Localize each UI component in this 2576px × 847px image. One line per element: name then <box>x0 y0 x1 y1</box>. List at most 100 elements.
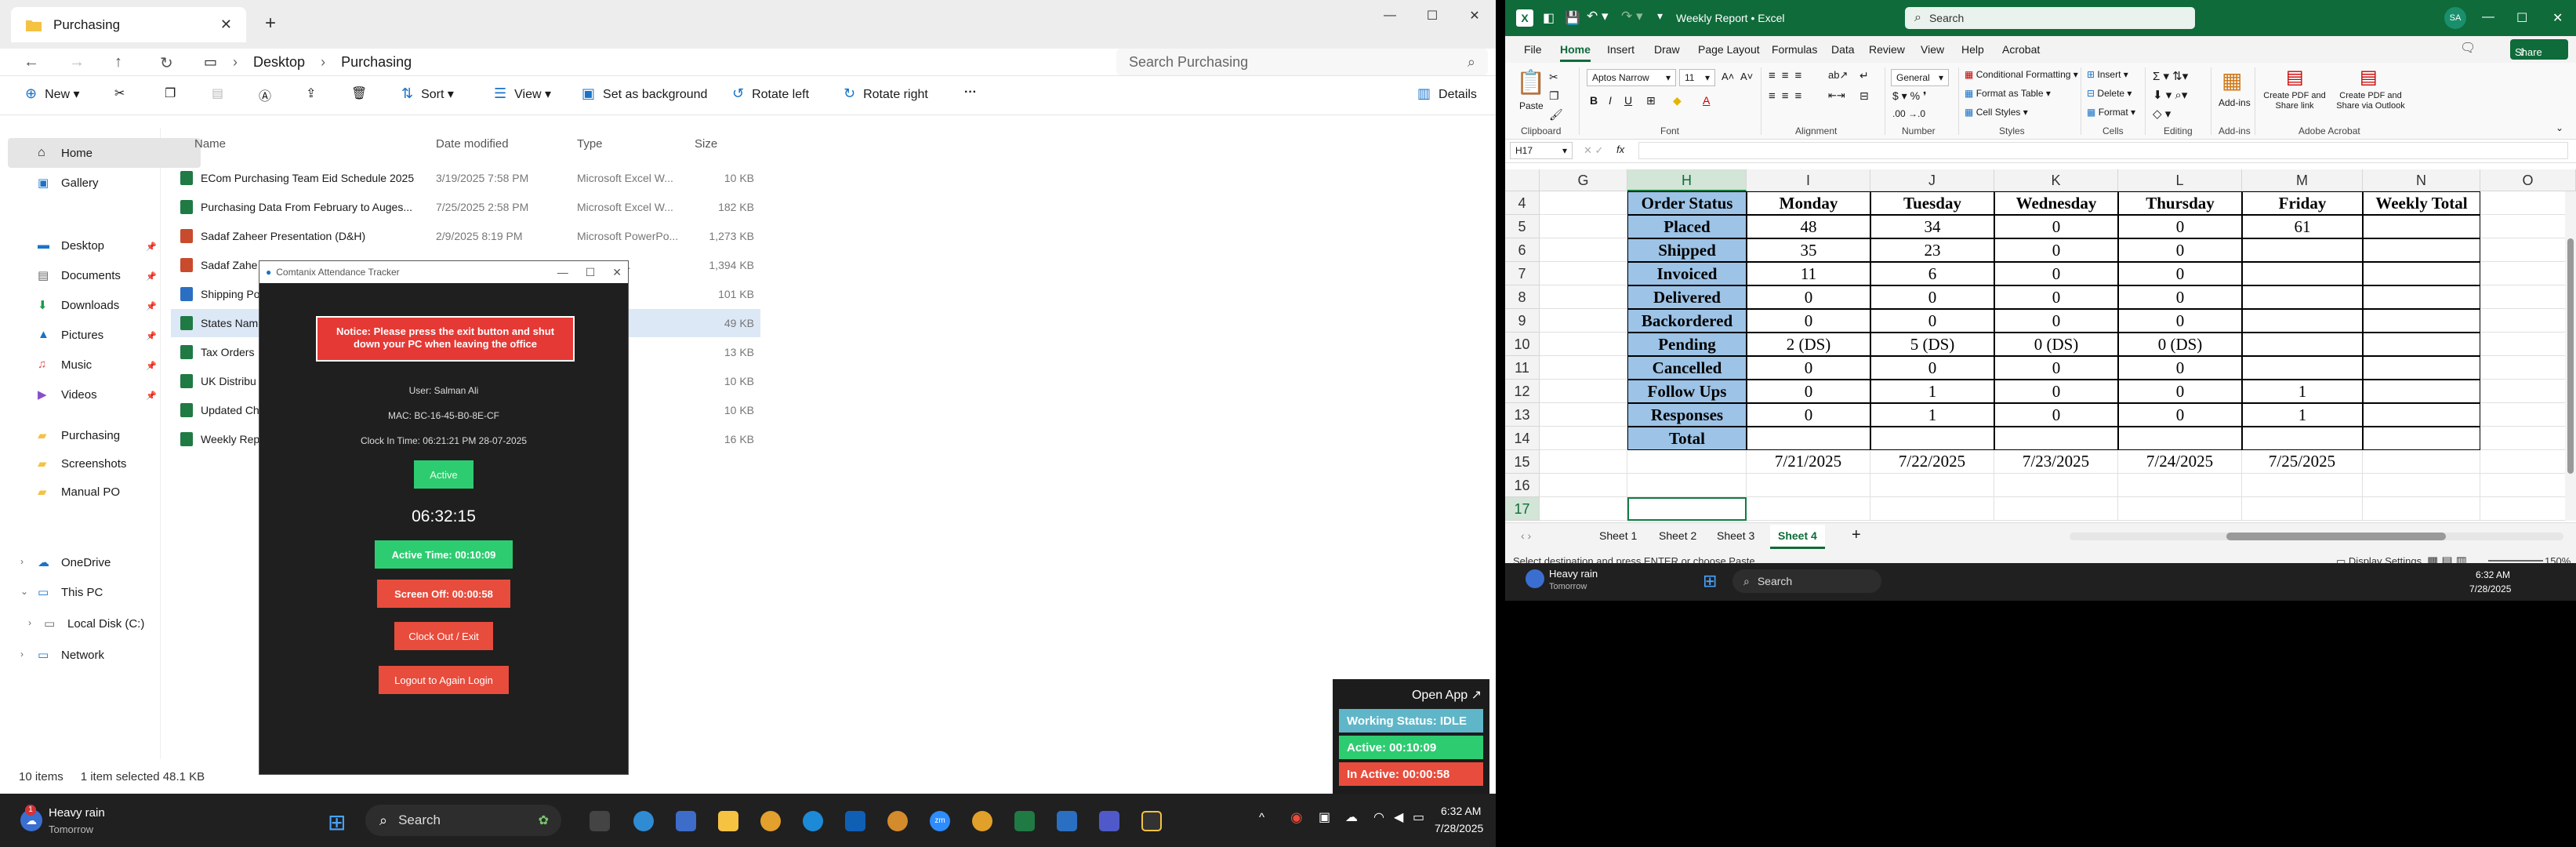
cell[interactable]: 0 <box>1747 285 1870 309</box>
column-header[interactable]: L <box>2118 169 2242 191</box>
conditional-formatting-button[interactable]: ▦ Conditional Formatting ▾ <box>1965 69 2078 80</box>
bold-icon[interactable]: B <box>1590 94 1598 107</box>
create-pdf-share-link-button[interactable]: Create PDF and Share link <box>2259 91 2330 111</box>
redo-icon[interactable]: ↷ ▾ <box>1621 9 1643 24</box>
cell[interactable]: 0 <box>2118 356 2242 380</box>
forward-arrow-icon[interactable]: → <box>69 53 86 71</box>
file-row[interactable]: Sadaf Zaheer Presentation (D&H) 2/9/2025 … <box>171 222 760 250</box>
browser-icon[interactable] <box>633 811 654 831</box>
cell[interactable] <box>1540 309 1627 333</box>
taskbar-search[interactable]: ⌕ Search <box>1732 569 1881 593</box>
breadcrumb[interactable]: ▭ › Desktop › Purchasing <box>204 52 427 73</box>
column-header-name[interactable]: Name <box>194 137 226 151</box>
column-header[interactable]: O <box>2480 169 2576 191</box>
font-name-select[interactable]: Aptos Narrow ▾ <box>1587 69 1676 86</box>
row-header[interactable]: 16 <box>1505 474 1540 497</box>
cell[interactable] <box>1540 427 1627 450</box>
cell[interactable]: 0 <box>1747 380 1870 403</box>
zoom-icon[interactable]: zm <box>930 811 950 831</box>
set-background-button[interactable]: ▣ Set as background <box>582 85 707 102</box>
column-header[interactable]: G <box>1540 169 1627 191</box>
cell[interactable] <box>2480 333 2576 356</box>
row-label-cell[interactable]: Total <box>1627 427 1747 450</box>
file-row[interactable]: Purchasing Data From February to Auges..… <box>171 193 760 221</box>
cell[interactable] <box>1540 450 1627 474</box>
row-header[interactable]: 15 <box>1505 450 1540 474</box>
rotate-right-button[interactable]: ↻ Rotate right <box>844 85 928 102</box>
cloud-tray-icon[interactable]: ☁ <box>1345 809 1358 825</box>
nav-item-downloads[interactable]: ⬇ Downloads <box>38 299 119 312</box>
rotate-left-button[interactable]: ↺ Rotate left <box>732 85 809 102</box>
explorer-tab[interactable]: Purchasing ✕ <box>11 7 246 42</box>
cell[interactable]: 0 <box>2118 380 2242 403</box>
cell[interactable] <box>2480 285 2576 309</box>
cell[interactable]: 23 <box>1870 238 1994 262</box>
close-tab-icon[interactable]: ✕ <box>220 16 232 33</box>
more-options-button[interactable]: ··· <box>964 85 977 100</box>
cell[interactable]: 7/22/2025 <box>1870 450 1994 474</box>
cell[interactable]: 6 <box>1870 262 1994 285</box>
nav-item-onedrive[interactable]: ☁ OneDrive <box>38 556 111 569</box>
addins-button[interactable]: Add-ins <box>2219 97 2251 108</box>
nav-item-pictures[interactable]: ▲ Pictures <box>38 328 103 342</box>
cell[interactable]: 0 <box>1994 262 2118 285</box>
excel-search-input[interactable]: ⌕ Search <box>1905 7 2195 29</box>
cell[interactable]: 0 <box>2118 215 2242 238</box>
italic-icon[interactable]: I <box>1609 94 1612 107</box>
taskbar-date[interactable]: 7/28/2025 <box>2469 583 2511 594</box>
chrome-icon[interactable] <box>760 811 781 831</box>
row-header[interactable]: 4 <box>1505 191 1540 215</box>
column-header[interactable]: H <box>1627 169 1747 191</box>
row-label-cell[interactable]: Pending <box>1627 333 1747 356</box>
search-input[interactable]: Search Purchasing ⌕ <box>1116 49 1488 75</box>
chevron-right-icon[interactable]: › <box>20 649 24 660</box>
wrap-text-icon[interactable]: ↵ <box>1859 69 1869 82</box>
row-header[interactable]: 8 <box>1505 285 1540 309</box>
number-format-select[interactable]: General ▾ <box>1891 69 1949 86</box>
fill-icon[interactable]: ⬇ ▾ ⌕▾ <box>2153 88 2187 102</box>
teams-icon[interactable] <box>1099 811 1119 831</box>
row-label-cell[interactable]: Backordered <box>1627 309 1747 333</box>
cell[interactable] <box>1540 497 1627 521</box>
cell[interactable] <box>2363 403 2480 427</box>
save-icon[interactable]: 💾 <box>1565 10 1580 26</box>
row-label-cell[interactable]: Shipped <box>1627 238 1747 262</box>
cell[interactable]: 0 <box>1994 238 2118 262</box>
cell[interactable] <box>1994 427 2118 450</box>
chrome-profile-icon[interactable] <box>887 811 908 831</box>
tab-file[interactable]: File <box>1524 43 1542 56</box>
excel-icon[interactable] <box>1014 811 1035 831</box>
autosum-icon[interactable]: Σ ▾ ⇅▾ <box>2153 69 2188 83</box>
row-label-cell[interactable]: Delivered <box>1627 285 1747 309</box>
start-icon[interactable]: ⊞ <box>1703 571 1717 591</box>
row-label-cell[interactable]: Cancelled <box>1627 356 1747 380</box>
cell[interactable] <box>2363 380 2480 403</box>
select-all-corner[interactable] <box>1505 169 1540 191</box>
cell[interactable]: 0 <box>1994 380 2118 403</box>
add-sheet-icon[interactable]: + <box>1852 526 1861 544</box>
file-row[interactable]: ECom Purchasing Team Eid Schedule 2025 3/… <box>171 164 760 192</box>
cell[interactable]: 61 <box>2242 215 2363 238</box>
cell[interactable] <box>1540 215 1627 238</box>
formula-cancel-icon[interactable]: ✕ ✓ <box>1584 144 1603 157</box>
new-button[interactable]: ⊕ New ▾ <box>25 85 80 102</box>
row-label-cell[interactable]: Placed <box>1627 215 1747 238</box>
cell[interactable]: 0 <box>1994 356 2118 380</box>
nav-item-this-pc[interactable]: ▭ This PC <box>38 586 103 599</box>
cell[interactable] <box>1747 474 1870 497</box>
decimal-icons[interactable]: .00 →.0 <box>1892 108 1925 119</box>
close-icon[interactable]: ✕ <box>612 266 622 279</box>
cell[interactable] <box>1994 474 2118 497</box>
cell[interactable] <box>2363 215 2480 238</box>
cell[interactable] <box>2480 380 2576 403</box>
format-cells-button[interactable]: ▦ Format ▾ <box>2087 107 2135 118</box>
share-button[interactable]: ⇪ Share <box>2510 39 2568 60</box>
underline-icon[interactable]: U <box>1624 94 1632 107</box>
tray-app-icon[interactable]: ◉ <box>1290 809 1303 826</box>
logout-button[interactable]: Logout to Again Login <box>379 666 509 694</box>
cell[interactable]: 0 (DS) <box>1994 333 2118 356</box>
cell[interactable] <box>2118 427 2242 450</box>
cell[interactable]: 48 <box>1747 215 1870 238</box>
horizontal-align-icons[interactable]: ≡≡≡ <box>1769 89 1808 103</box>
insert-cells-button[interactable]: ⊞ Insert ▾ <box>2087 69 2128 80</box>
